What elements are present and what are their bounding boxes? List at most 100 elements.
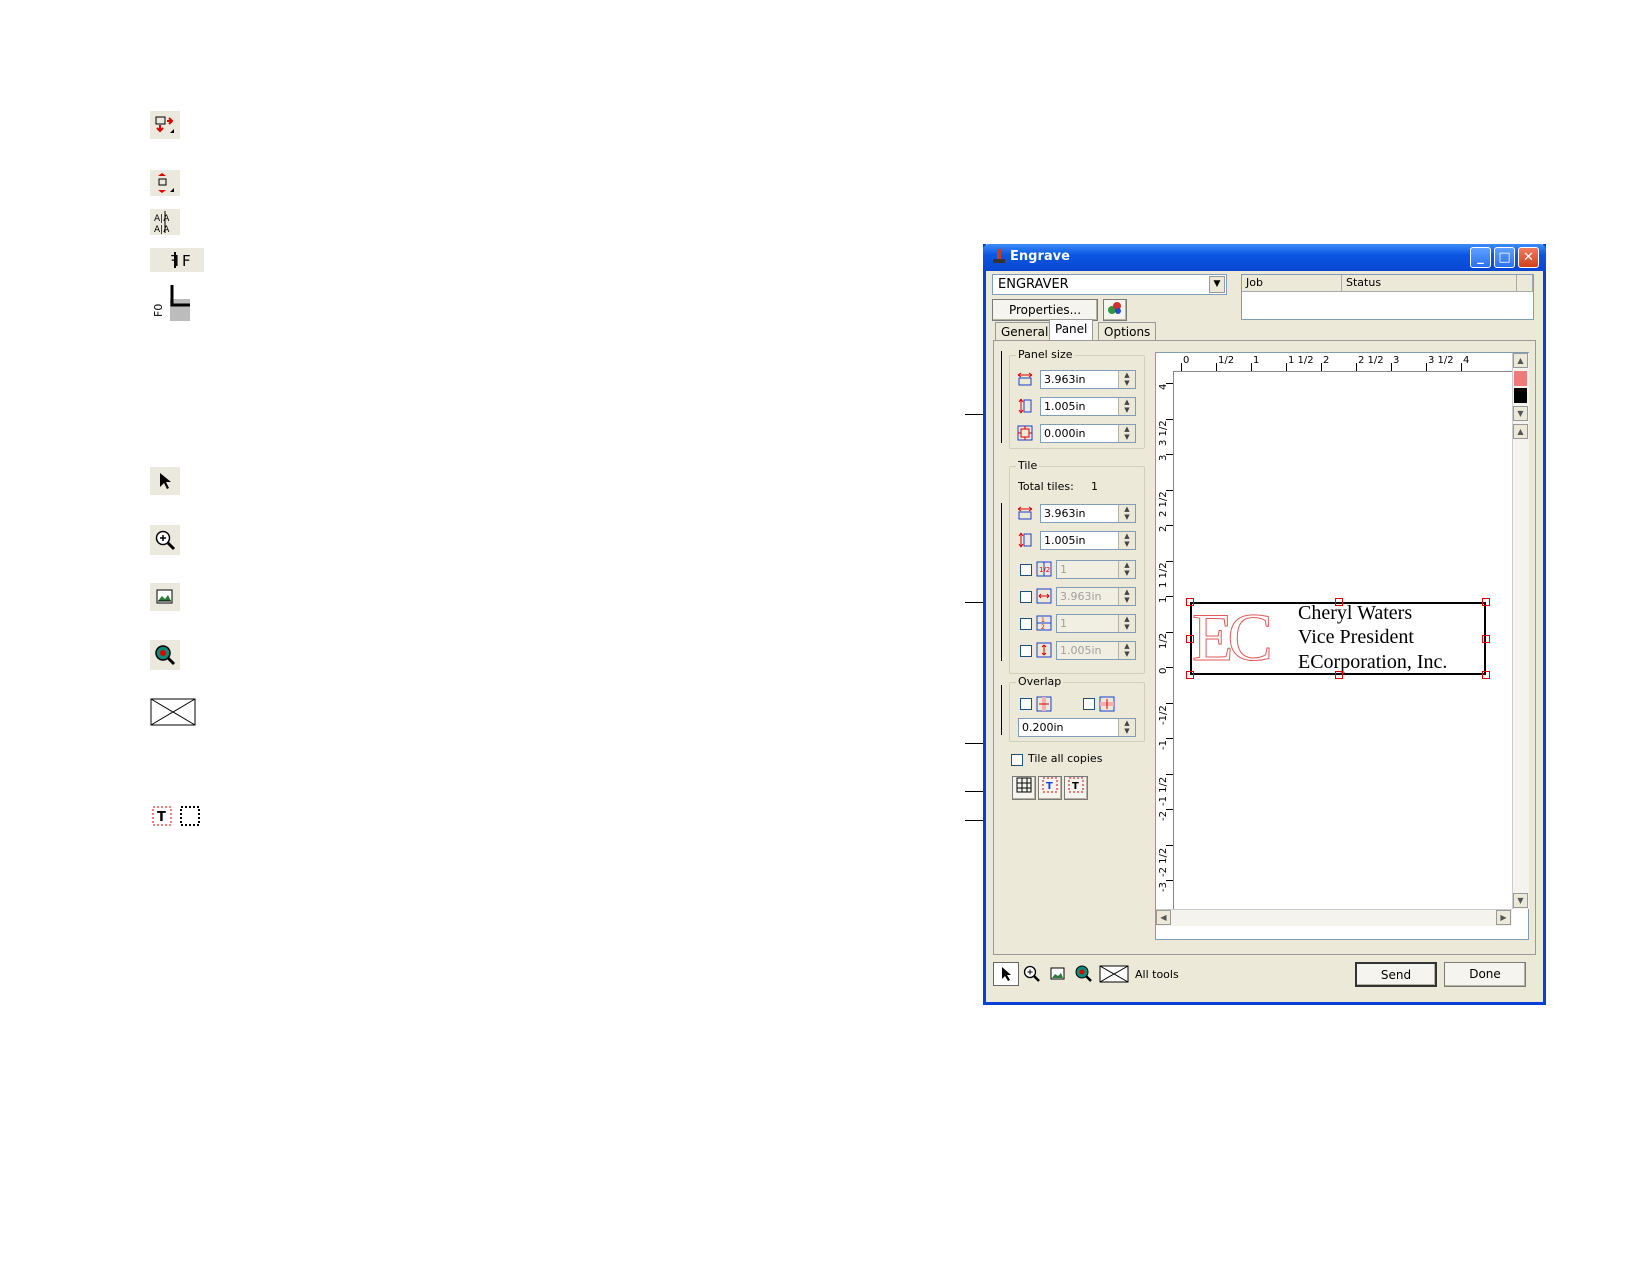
- ruler-v-label: 1 1/2: [1158, 561, 1169, 588]
- tile-grid-button[interactable]: [1012, 776, 1036, 800]
- ruler-tick: [1426, 363, 1427, 371]
- spinner-arrows-icon[interactable]: ▲ ▼: [1118, 615, 1135, 632]
- panel-height-input[interactable]: 1.005in ▲ ▼: [1040, 397, 1136, 416]
- ruler-v-label: 4: [1158, 383, 1169, 390]
- selection-handle[interactable]: [1482, 598, 1490, 606]
- spinner-arrows-icon[interactable]: ▲ ▼: [1118, 588, 1135, 605]
- selection-handle[interactable]: [1482, 671, 1490, 679]
- tab-general[interactable]: General: [995, 322, 1055, 342]
- tile-select-icon: T: [1068, 777, 1084, 793]
- h-size-input[interactable]: 3.963in ▲ ▼: [1056, 587, 1136, 606]
- tile-all-copies-label: Tile all copies: [1028, 752, 1103, 765]
- ruler-v-label: 3 1/2: [1158, 419, 1169, 446]
- color-swatch-1[interactable]: [1514, 371, 1527, 386]
- job-list[interactable]: Job Status: [1241, 274, 1534, 320]
- selection-handle[interactable]: [1186, 635, 1194, 643]
- v-size-value: 1.005in: [1060, 644, 1102, 657]
- panel-width-value: 3.963in: [1044, 373, 1086, 386]
- color-settings-icon: [1108, 302, 1121, 314]
- scroll-thumb-up-icon[interactable]: ▲: [1513, 424, 1528, 439]
- h-count-input[interactable]: 1 ▲ ▼: [1056, 560, 1136, 579]
- selection-handle[interactable]: [1186, 671, 1194, 679]
- image-preview-tool[interactable]: [1045, 962, 1071, 986]
- ruler-tick: [1166, 702, 1173, 704]
- overlap-value: 0.200in: [1022, 721, 1064, 734]
- maximize-icon[interactable]: □: [1494, 247, 1515, 268]
- selection-handle[interactable]: [1335, 598, 1343, 606]
- overlap-v-icon: [1098, 695, 1116, 713]
- status-column-header[interactable]: Status: [1342, 275, 1517, 292]
- swatch-scroll-down-icon[interactable]: ▼: [1513, 406, 1528, 421]
- mirror-text-icon: FF: [150, 248, 204, 272]
- device-select[interactable]: ENGRAVER ▼: [992, 274, 1227, 295]
- image-preview-legend-icon: [150, 583, 180, 611]
- h-count-checkbox[interactable]: [1020, 564, 1032, 576]
- scroll-down-icon[interactable]: ▼: [1513, 893, 1528, 908]
- scroll-up-icon[interactable]: ▲: [1513, 353, 1528, 368]
- v-size-input[interactable]: 1.005in ▲ ▼: [1056, 641, 1136, 660]
- zoom-fit-icon: [1075, 965, 1092, 982]
- selection-handle[interactable]: [1482, 635, 1490, 643]
- tile-height-input[interactable]: 1.005in ▲ ▼: [1040, 531, 1136, 550]
- job-column-header[interactable]: Job: [1242, 275, 1342, 292]
- svg-text:1/2: 1/2: [1039, 566, 1050, 574]
- tile-select-button[interactable]: T: [1064, 776, 1088, 800]
- v-count-icon: 12: [1035, 614, 1053, 632]
- zoom-fit-legend-icon: [150, 640, 180, 670]
- tile-move-button[interactable]: T: [1038, 776, 1062, 800]
- vertical-scrollbar[interactable]: ▲ ▼ ▲ ▼: [1512, 353, 1529, 909]
- overlap-v-checkbox[interactable]: [1083, 698, 1095, 710]
- v-count-value: 1: [1060, 617, 1067, 630]
- title-bar[interactable]: Engrave _ □ ✕: [983, 244, 1546, 271]
- spinner-arrows-icon[interactable]: ▲ ▼: [1118, 505, 1135, 522]
- svg-text:T: T: [1072, 781, 1079, 792]
- color-swatch-2[interactable]: [1514, 388, 1527, 403]
- horizontal-scrollbar[interactable]: ◀ ▶: [1156, 909, 1512, 926]
- v-count-checkbox[interactable]: [1020, 618, 1032, 630]
- overlap-group: Overlap 0.200in ▲ ▼: [1009, 675, 1145, 742]
- panel-width-input[interactable]: 3.963in ▲ ▼: [1040, 370, 1136, 389]
- ruler-v-label: -2 1/2: [1158, 847, 1169, 877]
- selection-handle[interactable]: [1335, 671, 1343, 679]
- panel-margin-input[interactable]: 0.000in ▲ ▼: [1040, 424, 1136, 443]
- close-icon[interactable]: ✕: [1518, 247, 1539, 268]
- tab-panel[interactable]: Panel: [1049, 319, 1094, 341]
- tile-width-input[interactable]: 3.963in ▲ ▼: [1040, 504, 1136, 523]
- svg-text:A|A: A|A: [154, 225, 170, 234]
- color-settings-button[interactable]: [1103, 299, 1127, 321]
- spinner-arrows-icon[interactable]: ▲ ▼: [1118, 425, 1135, 442]
- ruler-h-label: 4: [1463, 355, 1470, 366]
- envelope-tool[interactable]: [1097, 962, 1131, 986]
- spinner-arrows-icon[interactable]: ▲ ▼: [1118, 561, 1135, 578]
- tile-all-copies-checkbox[interactable]: [1011, 754, 1023, 766]
- overlap-h-checkbox[interactable]: [1020, 698, 1032, 710]
- mirror-options-icon: A|A A|A: [150, 209, 180, 235]
- scroll-left-icon[interactable]: ◀: [1156, 910, 1171, 925]
- properties-button[interactable]: Properties...: [992, 299, 1098, 321]
- spinner-arrows-icon[interactable]: ▲ ▼: [1118, 642, 1135, 659]
- design-object[interactable]: EC Cheryl Waters Vice President ECorpora…: [1190, 599, 1486, 676]
- move-panel-icon: [150, 111, 180, 139]
- pointer-tool[interactable]: [993, 962, 1019, 986]
- preview-canvas[interactable]: 0 1/2 1 1 1/2 2 2 1/2 3 3 1/2 4 4 3 1/2 3 2 1/2 2 1 1…: [1155, 352, 1529, 940]
- scroll-right-icon[interactable]: ▶: [1496, 910, 1511, 925]
- ruler-tick: [1166, 418, 1173, 420]
- zoom-fit-tool[interactable]: [1071, 962, 1097, 986]
- selection-handle[interactable]: [1186, 598, 1194, 606]
- zoom-in-tool[interactable]: [1019, 962, 1045, 986]
- minimize-icon[interactable]: _: [1470, 247, 1491, 268]
- send-button[interactable]: Send: [1355, 962, 1437, 987]
- v-size-checkbox[interactable]: [1020, 645, 1032, 657]
- overlap-input[interactable]: 0.200in ▲ ▼: [1018, 718, 1136, 737]
- spinner-arrows-icon[interactable]: ▲ ▼: [1118, 719, 1135, 736]
- zoom-in-legend-icon: [150, 525, 180, 555]
- spinner-arrows-icon[interactable]: ▲ ▼: [1118, 398, 1135, 415]
- spinner-arrows-icon[interactable]: ▲ ▼: [1118, 532, 1135, 549]
- done-button[interactable]: Done: [1444, 962, 1526, 987]
- v-count-input[interactable]: 1 ▲ ▼: [1056, 614, 1136, 633]
- tab-options[interactable]: Options: [1098, 322, 1157, 342]
- chevron-down-icon[interactable]: ▼: [1209, 276, 1225, 293]
- svg-text:F0: F0: [152, 304, 165, 317]
- spinner-arrows-icon[interactable]: ▲ ▼: [1118, 371, 1135, 388]
- h-size-checkbox[interactable]: [1020, 591, 1032, 603]
